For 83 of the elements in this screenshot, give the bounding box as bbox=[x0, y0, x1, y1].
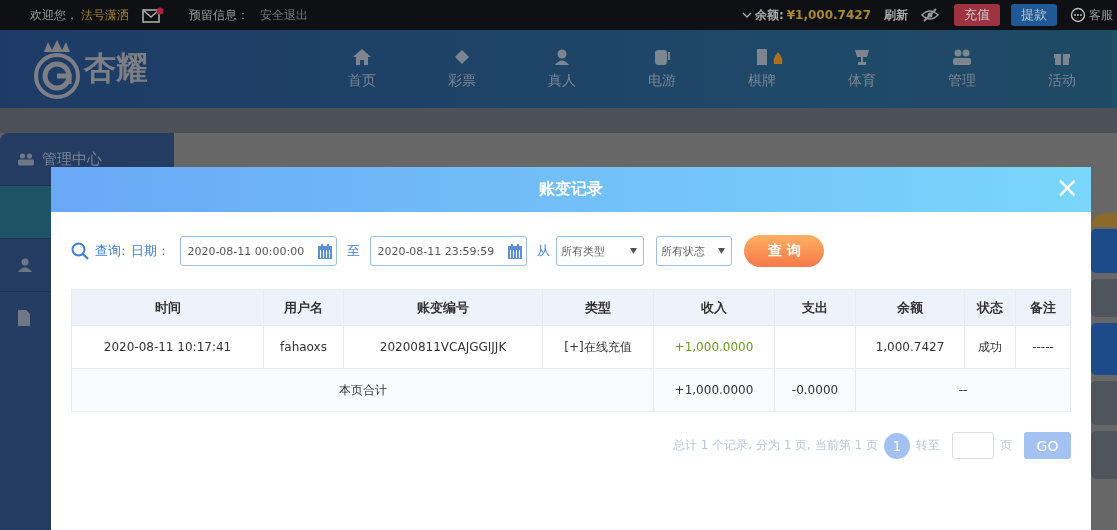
mail-icon[interactable] bbox=[142, 7, 164, 23]
sidebar-title[interactable]: 管理中心 bbox=[42, 149, 102, 169]
chevron-down-icon[interactable] bbox=[741, 11, 752, 19]
eye-slash-icon[interactable] bbox=[921, 8, 939, 22]
floating-tab[interactable] bbox=[1091, 431, 1117, 479]
table-cell: ----- bbox=[1015, 325, 1071, 369]
table-cell: +1,000.0000 bbox=[653, 368, 775, 412]
query-label: 查询: bbox=[95, 242, 126, 260]
table-cell: 本页合计 bbox=[71, 368, 654, 412]
logo-text: 杏耀 bbox=[84, 48, 148, 89]
deposit-button[interactable]: 充值 bbox=[954, 4, 1000, 26]
date-field[interactable]: 2020-08-11 23:59:59 bbox=[370, 236, 528, 266]
floating-tab[interactable] bbox=[1091, 229, 1117, 273]
calendar-icon bbox=[508, 243, 523, 259]
from-label: 从 bbox=[537, 242, 551, 260]
table-cell: 1,000.7427 bbox=[855, 325, 965, 369]
column-header: 类型 bbox=[542, 289, 654, 326]
refresh-link[interactable]: 刷新 bbox=[884, 6, 908, 24]
floating-tab[interactable] bbox=[1091, 213, 1117, 227]
username[interactable]: 法号潇洒 bbox=[81, 6, 129, 24]
status-select[interactable]: 所有状态 bbox=[656, 236, 733, 266]
search-icon bbox=[71, 242, 89, 260]
date-label: 日期： bbox=[131, 242, 171, 260]
customer-service-link[interactable]: 客服 bbox=[1089, 6, 1113, 24]
to-label: 至 bbox=[347, 242, 361, 260]
table-cell: 20200811VCAJGGIJJK bbox=[343, 325, 543, 369]
nav-item[interactable]: 活动 bbox=[1012, 30, 1112, 108]
table-cell: 成功 bbox=[964, 325, 1016, 369]
goto-label: 转至 bbox=[916, 437, 940, 454]
nav-item[interactable]: 彩票 bbox=[412, 30, 512, 108]
column-header: 账变编号 bbox=[343, 289, 543, 326]
pagination-summary: 总计 1 个记录, 分为 1 页, 当前第 1 页 bbox=[672, 437, 878, 454]
table-cell: fahaoxs bbox=[263, 325, 344, 369]
dropdown-arrow-icon bbox=[718, 248, 726, 254]
page-number[interactable]: 1 bbox=[884, 432, 910, 459]
page-unit-label: 页 bbox=[1000, 437, 1012, 454]
calendar-icon bbox=[318, 243, 333, 259]
page-input[interactable] bbox=[952, 432, 994, 459]
dropdown-arrow-icon bbox=[630, 248, 638, 254]
logout-link[interactable]: 安全退出 bbox=[260, 6, 308, 24]
reserved-info-label: 预留信息： bbox=[189, 6, 249, 24]
column-header: 支出 bbox=[774, 289, 856, 326]
home-icon bbox=[352, 48, 372, 66]
nav-item[interactable]: 真人 bbox=[512, 30, 612, 108]
nav-item[interactable]: 电游 bbox=[612, 30, 712, 108]
table-cell: [+]在线充值 bbox=[542, 325, 654, 369]
column-header: 余额 bbox=[855, 289, 965, 326]
column-header: 备注 bbox=[1015, 289, 1071, 326]
table-cell: +1,000.0000 bbox=[653, 325, 775, 369]
query-button[interactable]: 查 询 bbox=[744, 235, 825, 267]
column-header: 时间 bbox=[71, 289, 264, 326]
table-cell: -- bbox=[855, 368, 1071, 412]
person-icon bbox=[552, 48, 572, 66]
table-cell: -0.0000 bbox=[774, 368, 856, 412]
group-icon bbox=[952, 48, 972, 66]
column-header: 状态 bbox=[964, 289, 1016, 326]
flame-icon bbox=[772, 52, 784, 66]
column-header: 用户名 bbox=[263, 289, 344, 326]
crest-icon bbox=[32, 38, 82, 100]
floating-tab[interactable] bbox=[1091, 323, 1117, 375]
floating-tab[interactable] bbox=[1091, 279, 1117, 317]
nav-item[interactable]: 管理 bbox=[912, 30, 1012, 108]
table-cell: 2020-08-11 10:17:41 bbox=[71, 325, 264, 369]
trophy-icon bbox=[852, 48, 872, 66]
type-select[interactable]: 所有类型 bbox=[556, 236, 645, 266]
slot-machine-icon bbox=[652, 48, 672, 66]
welcome-text: 欢迎您， bbox=[30, 6, 78, 24]
go-button[interactable]: GO bbox=[1024, 432, 1071, 459]
withdraw-button[interactable]: 提款 bbox=[1011, 4, 1057, 26]
chat-icon[interactable] bbox=[1070, 7, 1086, 23]
dialog-title: 账变记录 bbox=[539, 179, 603, 200]
nav-item[interactable]: 体育 bbox=[812, 30, 912, 108]
date-field[interactable]: 2020-08-11 00:00:00 bbox=[180, 236, 338, 266]
floating-tab[interactable] bbox=[1091, 381, 1117, 425]
group-icon bbox=[18, 152, 34, 166]
nav-item[interactable]: 棋牌 bbox=[712, 30, 812, 108]
person-icon bbox=[18, 258, 32, 272]
document-icon bbox=[18, 310, 30, 326]
balance-amount: ¥1,000.7427 bbox=[786, 8, 871, 22]
close-button[interactable]: × bbox=[1053, 173, 1081, 203]
column-header: 收入 bbox=[653, 289, 775, 326]
nav-item[interactable]: 首页 bbox=[312, 30, 412, 108]
balance-label: 余额: bbox=[754, 6, 784, 24]
